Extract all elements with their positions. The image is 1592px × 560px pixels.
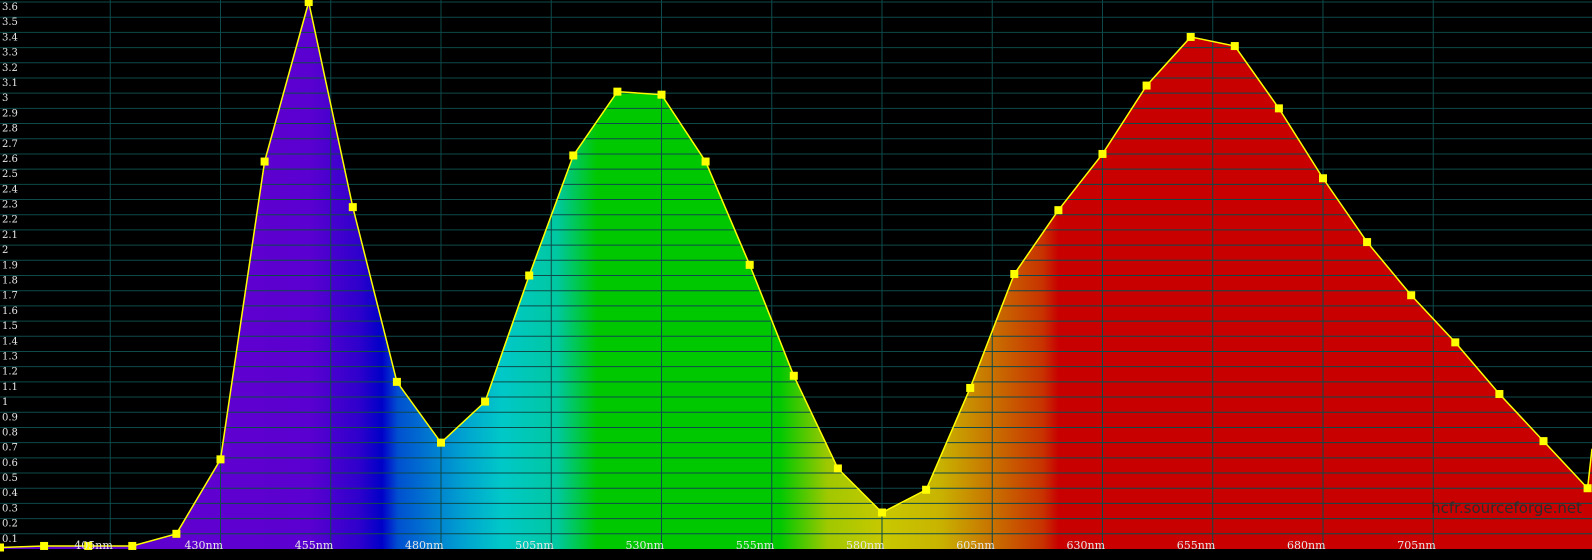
x-tick-label: 505nm <box>515 539 554 552</box>
data-point <box>481 397 490 406</box>
x-tick-label: 680nm <box>1287 539 1326 552</box>
y-tick-label: 1.1 <box>2 382 18 393</box>
y-tick-label: 3 <box>2 93 8 104</box>
y-tick-label: 1.6 <box>2 306 18 317</box>
data-point <box>1318 174 1327 183</box>
x-tick-label: 630nm <box>1066 539 1105 552</box>
data-point <box>172 529 181 538</box>
y-tick-label: 0.5 <box>2 473 18 484</box>
y-tick-label: 3.2 <box>2 63 18 74</box>
data-point <box>304 0 313 6</box>
data-point <box>1054 206 1063 215</box>
data-point <box>833 464 842 473</box>
data-point <box>657 90 666 99</box>
data-point <box>1142 81 1151 90</box>
y-tick-label: 3.6 <box>2 2 18 13</box>
x-tick-label: 455nm <box>295 539 334 552</box>
data-point <box>348 203 357 212</box>
y-tick-label: 1.2 <box>2 367 18 378</box>
watermark-text: hcfr.sourceforge.net <box>1431 499 1582 517</box>
x-tick-label: 580nm <box>846 539 885 552</box>
data-point <box>436 438 445 447</box>
y-tick-labels: 0.1 0.2 0.3 0.4 0.5 0.6 0.7 0.8 0.9 1 1.1 1.2 1.3 1.4… <box>2 2 18 545</box>
y-tick-label: 1.4 <box>2 336 18 347</box>
y-tick-label: 1.3 <box>2 351 18 362</box>
y-tick-label: 3.1 <box>2 78 18 89</box>
data-point <box>1583 484 1592 493</box>
x-tick-label: 605nm <box>956 539 995 552</box>
y-tick-label: 2 <box>2 245 8 256</box>
y-tick-label: 3.3 <box>2 48 18 59</box>
data-point <box>216 455 225 464</box>
y-tick-label: 0.3 <box>2 503 18 514</box>
data-point <box>1230 42 1239 51</box>
y-tick-label: 2.4 <box>2 184 18 195</box>
x-tick-label: 405nm <box>74 539 113 552</box>
y-tick-label: 1.5 <box>2 321 18 332</box>
y-tick-label: 0.8 <box>2 427 18 438</box>
data-point <box>392 377 401 386</box>
x-tick-label: 705nm <box>1397 539 1436 552</box>
y-tick-label: 0.4 <box>2 488 18 499</box>
data-point <box>1274 104 1283 113</box>
y-tick-label: 2.9 <box>2 108 18 119</box>
data-point <box>877 508 886 517</box>
y-tick-label: 0.2 <box>2 519 18 530</box>
y-tick-label: 0.6 <box>2 458 18 469</box>
data-point <box>745 260 754 269</box>
data-point <box>1539 437 1548 446</box>
data-point <box>1495 390 1504 399</box>
y-tick-label: 2.2 <box>2 215 18 226</box>
y-tick-label: 0.7 <box>2 443 18 454</box>
x-tick-label: 655nm <box>1177 539 1216 552</box>
y-tick-label: 2.6 <box>2 154 18 165</box>
x-tick-label: 555nm <box>736 539 775 552</box>
data-point <box>128 541 137 550</box>
data-point <box>966 383 975 392</box>
data-point <box>1186 32 1195 41</box>
data-point <box>525 271 534 280</box>
data-point <box>1407 291 1416 300</box>
y-tick-label: 2.7 <box>2 139 18 150</box>
data-point <box>789 371 798 380</box>
data-point <box>40 541 49 550</box>
data-point <box>701 157 710 166</box>
data-point <box>1451 338 1460 347</box>
y-tick-label: 0.1 <box>2 534 18 545</box>
data-point <box>922 485 931 494</box>
data-point <box>613 87 622 96</box>
y-tick-label: 3.4 <box>2 32 18 43</box>
y-tick-label: 1.8 <box>2 276 18 287</box>
x-tick-label: 480nm <box>405 539 444 552</box>
y-tick-label: 1.9 <box>2 260 18 271</box>
data-point <box>1098 149 1107 158</box>
y-tick-label: 2.1 <box>2 230 18 241</box>
y-tick-label: 1.7 <box>2 291 18 302</box>
spectrum-chart: 0.1 0.2 0.3 0.4 0.5 0.6 0.7 0.8 0.9 1 1.1 1.2 1.3 1.4… <box>0 0 1592 560</box>
data-point <box>260 157 269 166</box>
data-point <box>569 151 578 160</box>
y-tick-label: 1 <box>2 397 8 408</box>
x-tick-label: 430nm <box>184 539 223 552</box>
y-tick-label: 0.9 <box>2 412 18 423</box>
y-tick-label: 3.5 <box>2 17 18 28</box>
spectrum-chart-svg: 0.1 0.2 0.3 0.4 0.5 0.6 0.7 0.8 0.9 1 1.1 1.2 1.3 1.4… <box>0 0 1592 552</box>
data-point <box>1363 238 1372 247</box>
y-tick-label: 2.3 <box>2 200 18 211</box>
x-tick-label: 530nm <box>625 539 664 552</box>
y-tick-label: 2.8 <box>2 124 18 135</box>
data-point <box>1010 269 1019 278</box>
y-tick-label: 2.5 <box>2 169 18 180</box>
